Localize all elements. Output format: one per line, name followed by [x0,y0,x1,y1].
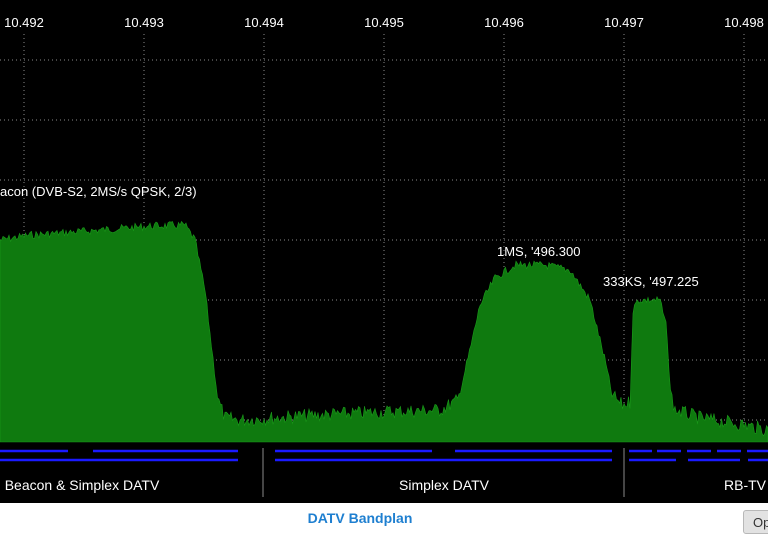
datv-bandplan-link[interactable]: DATV Bandplan [0,510,720,526]
freq-label-10-495: 10.495 [364,15,404,30]
band-label-simplex: Simplex DATV [399,477,490,493]
freq-label-10-496: 10.496 [484,15,524,30]
signal-label-1ms: 1MS, '496.300 [497,244,580,259]
band-label-rb-tv: RB-TV [724,477,767,493]
signal-label-333ks: 333KS, '497.225 [603,274,699,289]
freq-label-10-493: 10.493 [124,15,164,30]
options-button[interactable]: Op [743,510,768,534]
signal-label-beacon: acon (DVB-S2, 2MS/s QPSK, 2/3) [0,184,197,199]
freq-label-10-494: 10.494 [244,15,284,30]
band-label-beacon-simplex: Beacon & Simplex DATV [5,477,160,493]
freq-label-10-492: 10.492 [4,15,44,30]
freq-label-10-497: 10.497 [604,15,644,30]
spectrum-display: 10.492 10.493 10.494 10.495 10.496 10.49… [0,0,768,503]
freq-label-10-498: 10.498 [724,15,764,30]
